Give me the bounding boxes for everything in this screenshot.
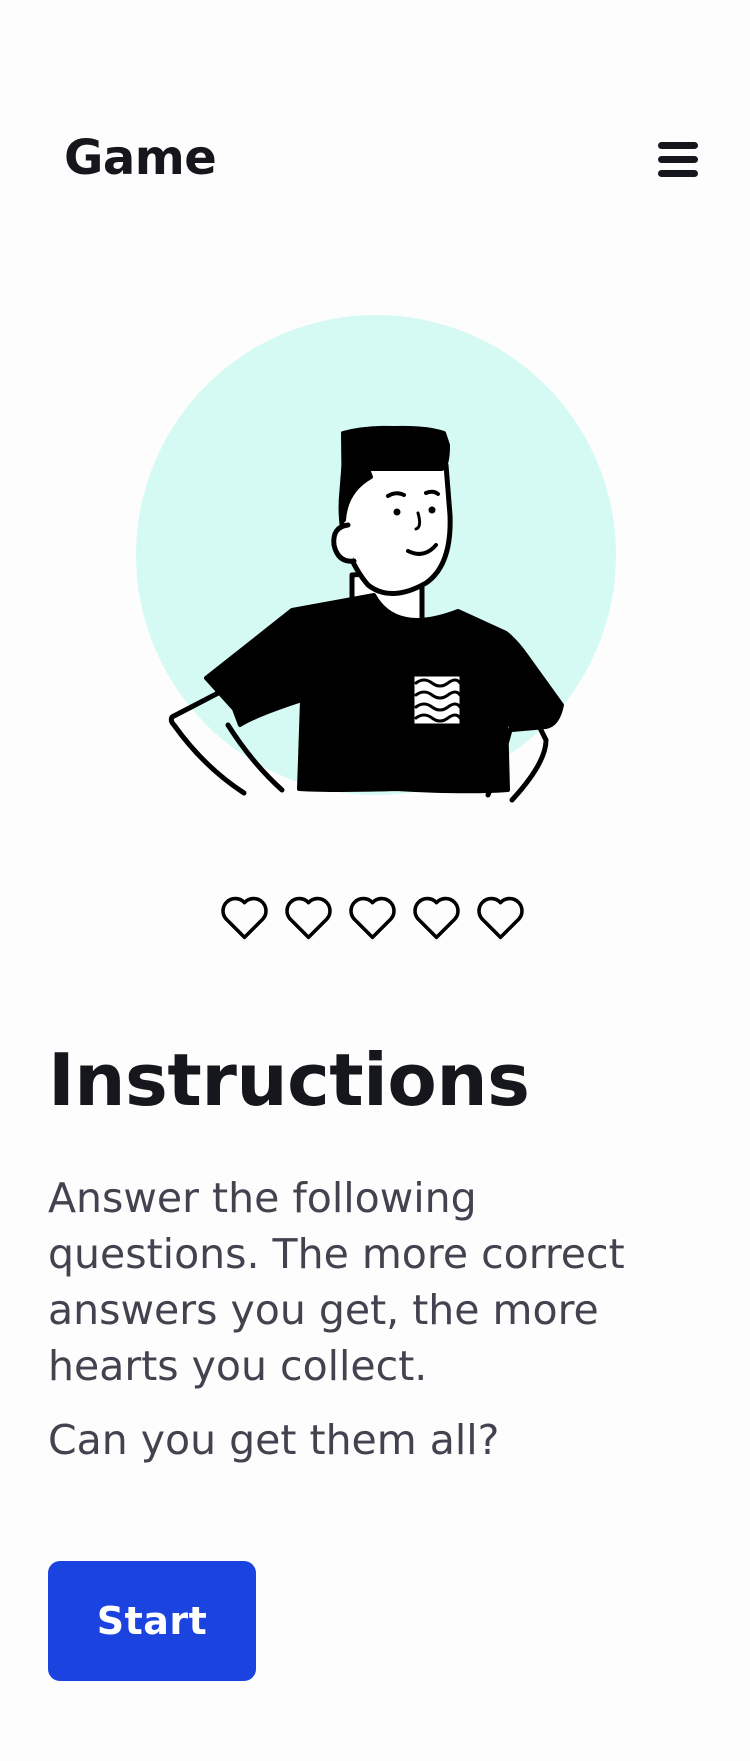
heart-outline-icon [477, 896, 524, 940]
menu-button[interactable] [652, 138, 704, 182]
app-header: Game [0, 0, 750, 320]
brand-title: Game [64, 130, 217, 186]
page-title: Instructions [48, 1038, 530, 1122]
hearts-row [220, 895, 530, 945]
heart-outline-icon [413, 896, 460, 940]
instructions-text: Answer the following questions. The more… [48, 1174, 625, 1390]
person-illustration [136, 315, 616, 805]
start-button[interactable]: Start [48, 1561, 256, 1681]
challenge-prompt: Can you get them all? [48, 1416, 500, 1464]
heart-outline-icon [285, 896, 332, 940]
heart-outline-icon [221, 896, 268, 940]
heart-outline-icon [349, 896, 396, 940]
